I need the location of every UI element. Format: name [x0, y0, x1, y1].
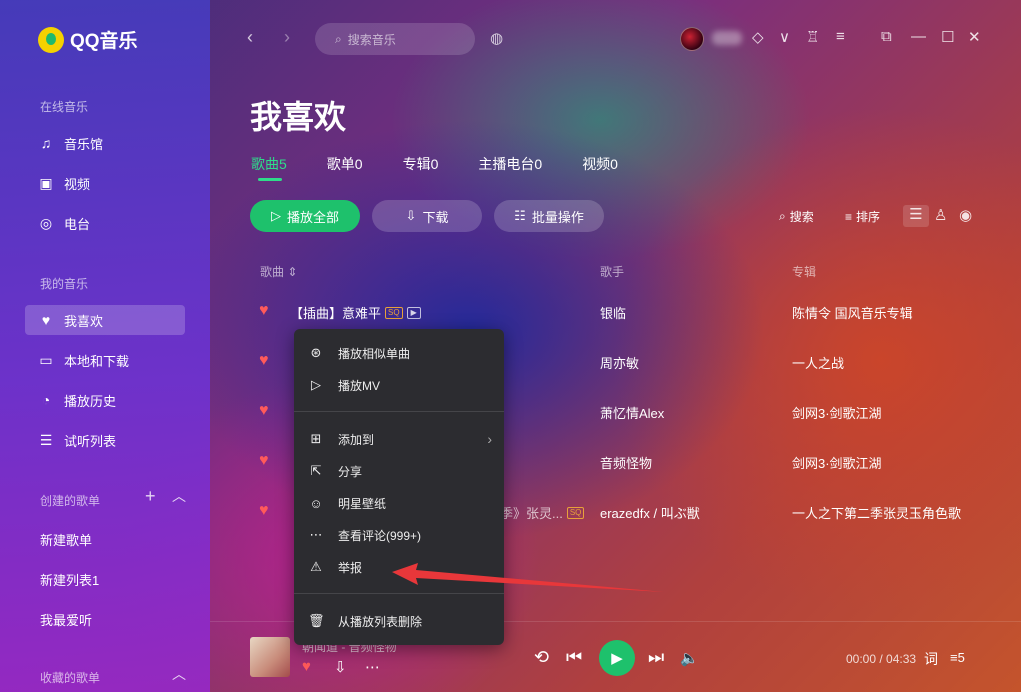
annotation-arrow-shape	[392, 563, 664, 592]
annotation-arrow	[392, 563, 664, 592]
